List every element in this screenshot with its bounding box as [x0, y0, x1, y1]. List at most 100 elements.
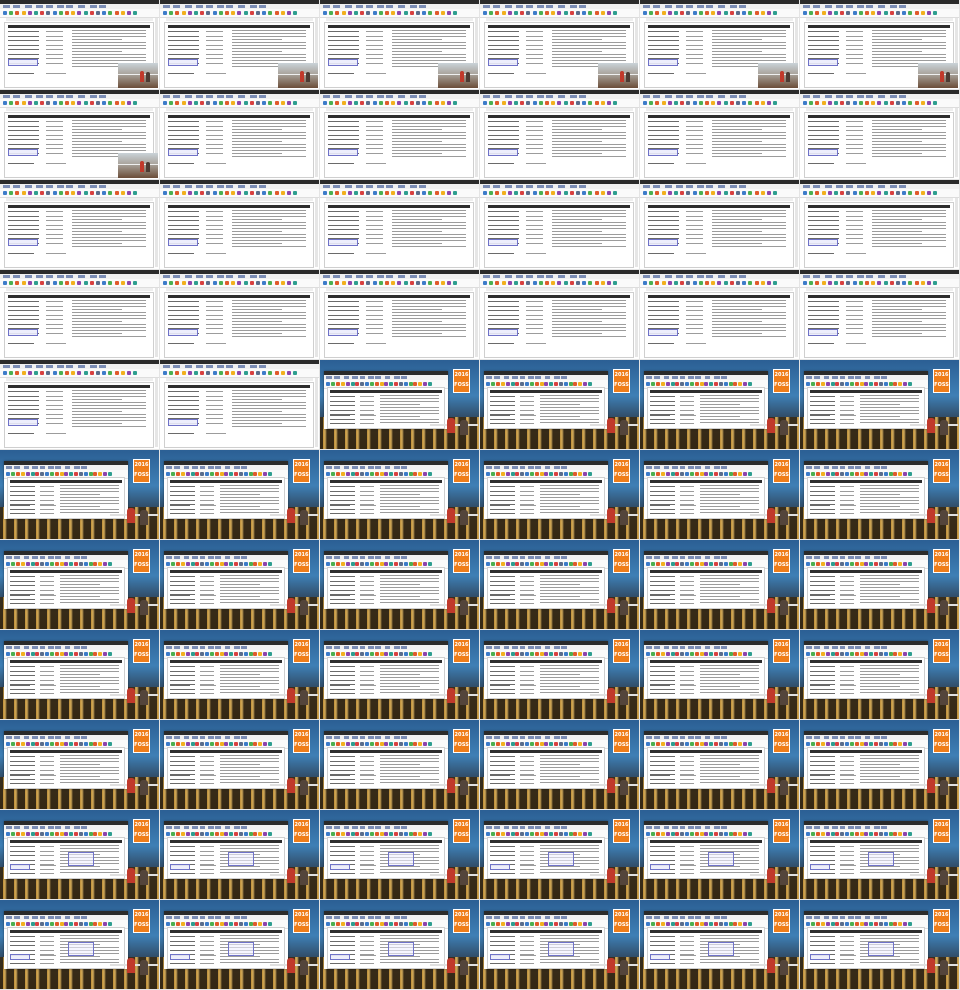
toolbar-icon[interactable] [394, 742, 399, 746]
menu-item[interactable] [234, 646, 240, 649]
toolbar-icon[interactable] [686, 11, 691, 15]
toolbar-icon[interactable] [747, 562, 752, 566]
editor-frame[interactable] [800, 90, 960, 180]
menu-item[interactable] [803, 185, 810, 188]
toolbar-icon[interactable] [709, 742, 714, 746]
menu-item[interactable] [848, 916, 854, 919]
menu-item[interactable] [483, 95, 490, 98]
toolbar-icon[interactable] [883, 832, 888, 836]
toolbar-icon[interactable] [656, 742, 660, 746]
conference-frame[interactable]: 2016 FOSS [320, 900, 480, 990]
menu-item[interactable] [512, 556, 518, 559]
toolbar-icon[interactable] [510, 832, 515, 836]
menu-item[interactable] [345, 185, 352, 188]
toolbar-icon[interactable] [545, 281, 549, 285]
toolbar-icon[interactable] [489, 191, 494, 195]
menu-item[interactable] [688, 736, 694, 739]
toolbar-icon[interactable] [274, 281, 279, 285]
toolbar-icon[interactable] [253, 652, 258, 656]
toolbar-icon[interactable] [549, 472, 554, 476]
menu-item[interactable] [217, 95, 224, 98]
toolbar-icon[interactable] [27, 11, 32, 15]
toolbar-icon[interactable] [243, 101, 248, 105]
menu-item[interactable] [196, 5, 203, 8]
menu-item[interactable] [46, 275, 53, 278]
menu-item[interactable] [718, 275, 725, 278]
toolbar-icon[interactable] [253, 562, 258, 566]
menu-item[interactable] [259, 365, 266, 368]
toolbar-icon[interactable] [649, 101, 654, 105]
toolbar-icon[interactable] [587, 922, 592, 926]
toolbar-icon[interactable] [903, 832, 908, 836]
menu-item[interactable] [813, 95, 820, 98]
editor-frame[interactable] [800, 270, 960, 360]
toolbar-icon[interactable] [120, 281, 125, 285]
menu-item[interactable] [13, 365, 20, 368]
menu-item[interactable] [535, 646, 541, 649]
menu-item[interactable] [39, 916, 46, 919]
toolbar-icon[interactable] [15, 101, 20, 105]
toolbar-icon[interactable] [369, 922, 374, 926]
menu-item[interactable] [855, 556, 861, 559]
toolbar-icon[interactable] [514, 101, 518, 105]
toolbar-icon[interactable] [806, 382, 811, 386]
toolbar-icon[interactable] [6, 832, 11, 836]
menu-item[interactable] [676, 95, 683, 98]
toolbar-icon[interactable] [422, 101, 427, 105]
toolbar-icon[interactable] [903, 472, 908, 476]
toolbar-icon[interactable] [898, 922, 903, 926]
toolbar-icon[interactable] [248, 652, 253, 656]
toolbar-icon[interactable] [287, 101, 291, 105]
toolbar-icon[interactable] [825, 652, 830, 656]
toolbar-icon[interactable] [427, 382, 432, 386]
toolbar-icon[interactable] [525, 922, 530, 926]
menu-item[interactable] [825, 275, 832, 278]
menu-item[interactable] [78, 275, 85, 278]
toolbar-icon[interactable] [607, 11, 611, 15]
toolbar-icon[interactable] [374, 832, 379, 836]
toolbar-icon[interactable] [840, 832, 845, 836]
toolbar-icon[interactable] [336, 922, 340, 926]
toolbar-icon[interactable] [64, 922, 69, 926]
menu-item[interactable] [192, 646, 198, 649]
toolbar-icon[interactable] [694, 562, 699, 566]
menu-item[interactable] [174, 466, 180, 469]
toolbar-icon[interactable] [268, 11, 273, 15]
toolbar-icon[interactable] [127, 11, 131, 15]
toolbar-icon[interactable] [238, 742, 243, 746]
toolbar-icon[interactable] [331, 472, 336, 476]
toolbar-icon[interactable] [845, 742, 850, 746]
toolbar-icon[interactable] [335, 191, 340, 195]
toolbar-icon[interactable] [423, 832, 428, 836]
menu-item[interactable] [688, 916, 694, 919]
toolbar-icon[interactable] [253, 832, 258, 836]
menu-item[interactable] [864, 646, 871, 649]
toolbar-icon[interactable] [680, 742, 685, 746]
menu-item[interactable] [99, 5, 106, 8]
toolbar-icon[interactable] [163, 191, 167, 195]
menu-item[interactable] [359, 826, 366, 829]
toolbar-icon[interactable] [326, 472, 331, 476]
toolbar-icon[interactable] [34, 281, 38, 285]
menu-item[interactable] [352, 916, 358, 919]
toolbar-icon[interactable] [384, 382, 389, 386]
menu-item[interactable] [74, 646, 80, 649]
menu-item[interactable] [665, 275, 672, 278]
toolbar-icon[interactable] [243, 11, 248, 15]
menu-item[interactable] [14, 736, 20, 739]
menu-item[interactable] [208, 826, 214, 829]
toolbar-icon[interactable] [874, 922, 879, 926]
menu-item[interactable] [721, 646, 727, 649]
toolbar-icon[interactable] [423, 742, 428, 746]
toolbar-icon[interactable] [256, 101, 260, 105]
toolbar-icon[interactable] [864, 652, 869, 656]
menu-item[interactable] [695, 556, 701, 559]
toolbar-icon[interactable] [525, 832, 530, 836]
toolbar-icon[interactable] [583, 472, 588, 476]
menu-item[interactable] [814, 916, 820, 919]
menu-item[interactable] [226, 275, 233, 278]
menu-item[interactable] [855, 376, 861, 379]
toolbar-icon[interactable] [551, 191, 556, 195]
toolbar-icon[interactable] [25, 742, 30, 746]
menu-item[interactable] [224, 916, 231, 919]
